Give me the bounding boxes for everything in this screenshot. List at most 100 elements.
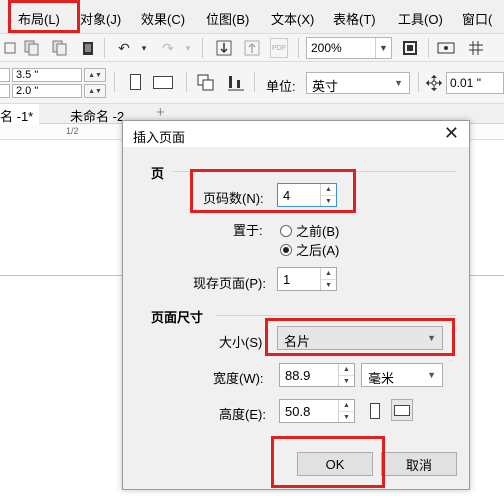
size-label: 大小(S) bbox=[219, 335, 263, 350]
menu-table[interactable]: 表格(T) bbox=[333, 9, 376, 28]
page-width-input[interactable]: 3.5 " bbox=[12, 68, 82, 82]
paste-copy-icon[interactable] bbox=[50, 38, 70, 58]
width-spinner[interactable]: ▲ ▼ bbox=[338, 364, 354, 386]
insert-page-dialog: 插入页面 ✕ 页 页码数(N): 4 ▲ ▼ 置于: 之前(B) 之后(A) 现存… bbox=[122, 120, 470, 490]
menu-effects[interactable]: 效果(C) bbox=[141, 9, 185, 28]
property-bar: 3.5 " ▲▼ 2.0 " ▲▼ 单位: 英寸 ▼ 0.01 " bbox=[0, 62, 504, 104]
nudge-distance-input[interactable]: 0.01 " bbox=[446, 72, 504, 94]
toolbar-separator bbox=[298, 38, 299, 58]
unit-value: 英寸 bbox=[312, 79, 339, 94]
height-value: 50.8 bbox=[285, 404, 311, 419]
menu-bitmaps[interactable]: 位图(B) bbox=[206, 9, 249, 28]
existing-page-stepper[interactable]: 1 ▲ ▼ bbox=[277, 267, 337, 291]
page-count-value: 4 bbox=[283, 188, 291, 203]
standard-toolbar: ↶ ▾ ↷ ▾ PDF 200% ▼ bbox=[0, 34, 504, 62]
chevron-down-icon[interactable]: ▼ bbox=[427, 370, 436, 380]
page-count-label: 页码数(N): bbox=[203, 191, 264, 206]
unit-label: 单位: bbox=[266, 79, 296, 94]
section-size-title: 页面尺寸 bbox=[151, 310, 204, 325]
width-value: 88.9 bbox=[285, 368, 311, 383]
radio-before[interactable]: 之前(B) bbox=[280, 221, 339, 240]
zoom-value: 200% bbox=[311, 41, 342, 55]
clipboard-icon[interactable] bbox=[78, 38, 98, 58]
export-icon[interactable] bbox=[242, 38, 262, 58]
portrait-icon[interactable] bbox=[370, 403, 380, 419]
toolbar-separator bbox=[254, 72, 255, 92]
unit-select-value: 毫米 bbox=[368, 371, 395, 386]
cancel-button[interactable]: 取消 bbox=[381, 452, 457, 476]
toolbar-separator bbox=[418, 72, 419, 92]
tab-document-2[interactable]: 未命名 -2 bbox=[64, 104, 130, 124]
radio-before-label: 之前(B) bbox=[296, 224, 340, 239]
zoom-level-dropdown[interactable]: 200% ▼ bbox=[306, 37, 392, 59]
page-size-dropdown[interactable]: 名片 ▼ bbox=[277, 326, 443, 350]
redo-icon[interactable]: ↷ bbox=[158, 38, 178, 58]
portrait-icon[interactable] bbox=[130, 74, 141, 90]
height-spinner[interactable]: ▲ ▼ bbox=[338, 400, 354, 422]
radio-after-label: 之后(A) bbox=[296, 243, 340, 258]
section-divider bbox=[215, 315, 457, 316]
landscape-button[interactable] bbox=[391, 399, 413, 421]
radio-after-circle[interactable] bbox=[280, 243, 292, 256]
close-icon[interactable]: ✕ bbox=[444, 123, 459, 143]
chevron-down-icon[interactable]: ▼ bbox=[427, 333, 436, 343]
landscape-icon bbox=[394, 405, 410, 416]
dialog-title: 插入页面 bbox=[133, 130, 186, 145]
height-lock-icon bbox=[0, 84, 10, 98]
menu-layout[interactable]: 布局(L) bbox=[18, 9, 60, 28]
menu-bar: 布局(L) 对象(J) 效果(C) 位图(B) 文本(X) 表格(T) 工具(O… bbox=[0, 0, 504, 34]
page-height-spinner[interactable]: ▲▼ bbox=[84, 84, 106, 98]
menu-text[interactable]: 文本(X) bbox=[271, 9, 314, 28]
toolbar-separator bbox=[186, 72, 187, 92]
page-width-spinner[interactable]: ▲▼ bbox=[84, 68, 106, 82]
toolbar-separator bbox=[114, 72, 115, 92]
unit-select[interactable]: 毫米 ▼ bbox=[361, 363, 443, 387]
page-border bbox=[470, 275, 504, 276]
landscape-icon[interactable] bbox=[153, 76, 173, 89]
menu-object[interactable]: 对象(J) bbox=[80, 9, 121, 28]
dialog-titlebar: 插入页面 ✕ bbox=[123, 121, 469, 147]
radio-after[interactable]: 之后(A) bbox=[280, 240, 339, 259]
radio-before-circle[interactable] bbox=[280, 224, 292, 237]
height-stepper[interactable]: 50.8 ▲ ▼ bbox=[279, 399, 355, 423]
section-page-title: 页 bbox=[151, 166, 165, 181]
grid-icon[interactable] bbox=[0, 38, 20, 58]
ok-button[interactable]: OK bbox=[297, 452, 373, 476]
toolbar-separator bbox=[202, 38, 203, 58]
width-lock-icon bbox=[0, 68, 10, 82]
all-pages-icon[interactable] bbox=[196, 73, 216, 93]
grid-view-icon[interactable] bbox=[466, 38, 486, 58]
undo-icon[interactable]: ↶ bbox=[114, 38, 134, 58]
redo-dropdown-icon[interactable]: ▾ bbox=[178, 38, 198, 58]
import-icon[interactable] bbox=[214, 38, 234, 58]
unit-dropdown[interactable]: 英寸 ▼ bbox=[306, 72, 410, 94]
nudge-icon bbox=[424, 73, 444, 93]
ruler-mark: 1/2 bbox=[66, 126, 79, 136]
tab-document-1[interactable]: 名 -1* bbox=[0, 104, 40, 124]
page-size-value: 名片 bbox=[284, 334, 311, 349]
copy-icon[interactable] bbox=[22, 38, 42, 58]
width-label: 宽度(W): bbox=[213, 371, 264, 386]
page-border bbox=[0, 275, 122, 276]
ruler-icon[interactable] bbox=[436, 38, 456, 58]
toolbar-separator bbox=[104, 38, 105, 58]
menu-tools[interactable]: 工具(O) bbox=[398, 9, 443, 28]
undo-dropdown-icon[interactable]: ▾ bbox=[134, 38, 154, 58]
page-height-input[interactable]: 2.0 " bbox=[12, 84, 82, 98]
page-count-spinner[interactable]: ▲ ▼ bbox=[320, 184, 336, 206]
place-label: 置于: bbox=[233, 223, 263, 238]
menu-window[interactable]: 窗口( bbox=[462, 9, 492, 28]
chevron-down-icon[interactable]: ▼ bbox=[375, 38, 391, 58]
existing-page-label: 现存页面(P): bbox=[193, 276, 266, 291]
toolbar-separator bbox=[428, 38, 429, 58]
section-divider bbox=[173, 171, 457, 172]
fullscreen-icon[interactable] bbox=[400, 38, 420, 58]
existing-page-spinner[interactable]: ▲ ▼ bbox=[320, 268, 336, 290]
height-label: 高度(E): bbox=[219, 407, 266, 422]
chevron-down-icon[interactable]: ▼ bbox=[394, 78, 403, 88]
width-stepper[interactable]: 88.9 ▲ ▼ bbox=[279, 363, 355, 387]
existing-page-value: 1 bbox=[283, 272, 291, 287]
current-page-icon[interactable] bbox=[226, 73, 246, 93]
pdf-icon[interactable]: PDF bbox=[270, 38, 288, 58]
page-count-stepper[interactable]: 4 ▲ ▼ bbox=[277, 183, 337, 207]
